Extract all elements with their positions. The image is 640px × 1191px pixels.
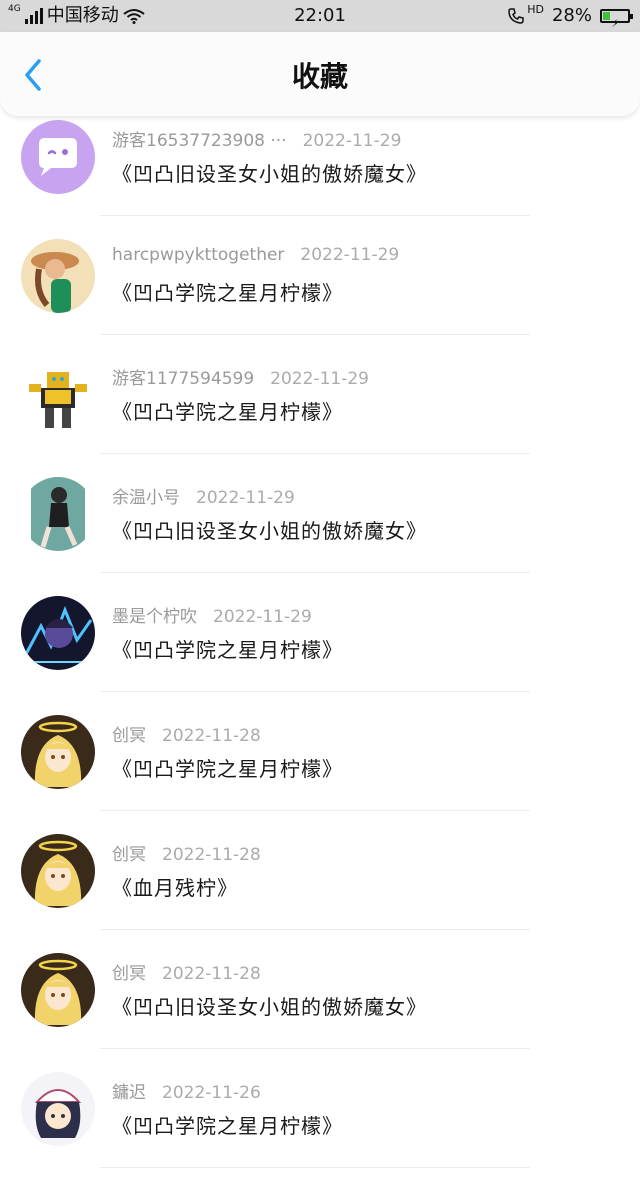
divider (100, 215, 530, 216)
status-right: HD 28% ⚡ (507, 0, 633, 32)
favorite-title[interactable]: 《凹凸学院之星月柠檬》 (112, 634, 343, 663)
item-date: 2022-11-29 (300, 245, 400, 265)
favorite-title[interactable]: 《血月残柠》 (112, 872, 238, 901)
item-date: 2022-11-29 (270, 369, 369, 389)
list-item[interactable]: 创冥 2022-11-28 《血月残柠》 (0, 834, 640, 953)
item-date: 2022-11-28 (162, 964, 261, 984)
favorite-title[interactable]: 《凹凸旧设圣女小姐的傲娇魔女》 (112, 515, 427, 544)
item-date: 2022-11-26 (162, 1083, 261, 1103)
list-item[interactable]: harcpwpykttogether 2022-11-29 《凹凸学院之星月柠檬》 (0, 239, 640, 358)
halo-anime-avatar[interactable] (21, 715, 95, 789)
chat-bubble-avatar[interactable] (21, 120, 95, 194)
battery-fill (603, 12, 610, 20)
sitting-girl-avatar[interactable] (21, 477, 95, 551)
item-date: 2022-11-28 (162, 726, 261, 746)
list-item[interactable]: 墨是个柠吹 2022-11-29 《凹凸学院之星月柠檬》 (0, 596, 640, 715)
divider (100, 691, 530, 692)
item-meta: 创冥 2022-11-28 (112, 840, 261, 865)
phone-icon (508, 8, 524, 24)
divider (100, 929, 530, 930)
battery-icon: ⚡ (600, 9, 633, 30)
list-item[interactable]: 创冥 2022-11-28 《凹凸旧设圣女小姐的傲娇魔女》 (0, 953, 640, 1072)
list-item[interactable]: 余温小号 2022-11-29 《凹凸旧设圣女小姐的傲娇魔女》 (0, 477, 640, 596)
list-item[interactable]: 创冥 2022-11-28 《凹凸学院之星月柠檬》 (0, 715, 640, 834)
halo-anime-avatar[interactable] (21, 953, 95, 1027)
favorites-list: 游客16537723908 ··· 2022-11-29 《凹凸旧设圣女小姐的傲娇魔… (0, 120, 640, 1191)
item-date: 2022-11-29 (213, 607, 312, 627)
divider (100, 1048, 530, 1049)
page-title: 收藏 (291, 60, 348, 93)
divider (100, 810, 530, 811)
nav-header: 收藏 (0, 32, 640, 116)
divider (100, 453, 530, 454)
hd-badge: HD (527, 3, 544, 16)
item-meta: 游客16537723908 ··· 2022-11-29 (112, 126, 401, 151)
favorite-title[interactable]: 《凹凸旧设圣女小姐的傲娇魔女》 (112, 991, 427, 1020)
battery-percent: 28% (551, 5, 592, 26)
favorite-title[interactable]: 《凹凸旧设圣女小姐的傲娇魔女》 (112, 158, 427, 187)
divider (100, 572, 530, 573)
username[interactable]: 创冥 (112, 964, 146, 984)
item-date: 2022-11-29 (302, 131, 402, 151)
username[interactable]: 创冥 (112, 726, 146, 746)
status-bar: 4G 中国移动 22:01 HD 28% ⚡ (0, 0, 640, 32)
username[interactable]: harcpwpykttogether (112, 245, 284, 265)
item-meta: 创冥 2022-11-28 (112, 721, 261, 746)
halo-anime-avatar[interactable] (21, 834, 95, 908)
item-date: 2022-11-28 (162, 845, 261, 865)
item-date: 2022-11-29 (196, 488, 295, 508)
favorite-title[interactable]: 《凹凸学院之星月柠檬》 (112, 753, 343, 782)
favorite-title[interactable]: 《凹凸学院之星月柠檬》 (112, 1110, 343, 1139)
girl-hat-avatar[interactable] (21, 239, 95, 313)
username[interactable]: 余温小号 (112, 488, 180, 508)
username[interactable]: 鏞迟 (112, 1083, 146, 1103)
divider (100, 1167, 530, 1168)
divider (100, 334, 530, 335)
username[interactable]: 游客16537723908 ··· (112, 131, 287, 151)
favorite-title[interactable]: 《凹凸学院之星月柠檬》 (112, 396, 343, 425)
list-item[interactable]: 鏞迟 2022-11-26 《凹凸学院之星月柠檬》 (0, 1072, 640, 1191)
robot-avatar[interactable] (21, 358, 95, 432)
item-meta: 游客1177594599 2022-11-29 (112, 364, 369, 389)
item-meta: 余温小号 2022-11-29 (112, 483, 295, 508)
dark-anime-avatar[interactable] (21, 596, 95, 670)
cap-anime-avatar[interactable] (21, 1072, 95, 1146)
username[interactable]: 创冥 (112, 845, 146, 865)
item-meta: 鏞迟 2022-11-26 (112, 1078, 261, 1103)
username[interactable]: 墨是个柠吹 (112, 607, 197, 627)
username[interactable]: 游客1177594599 (112, 369, 254, 389)
favorite-title[interactable]: 《凹凸学院之星月柠檬》 (112, 277, 343, 306)
list-item[interactable]: 游客16537723908 ··· 2022-11-29 《凹凸旧设圣女小姐的傲娇魔… (0, 120, 640, 239)
item-meta: 创冥 2022-11-28 (112, 959, 261, 984)
item-meta: 墨是个柠吹 2022-11-29 (112, 602, 312, 627)
list-item[interactable]: 游客1177594599 2022-11-29 《凹凸学院之星月柠檬》 (0, 358, 640, 477)
item-meta: harcpwpykttogether 2022-11-29 (112, 245, 399, 265)
